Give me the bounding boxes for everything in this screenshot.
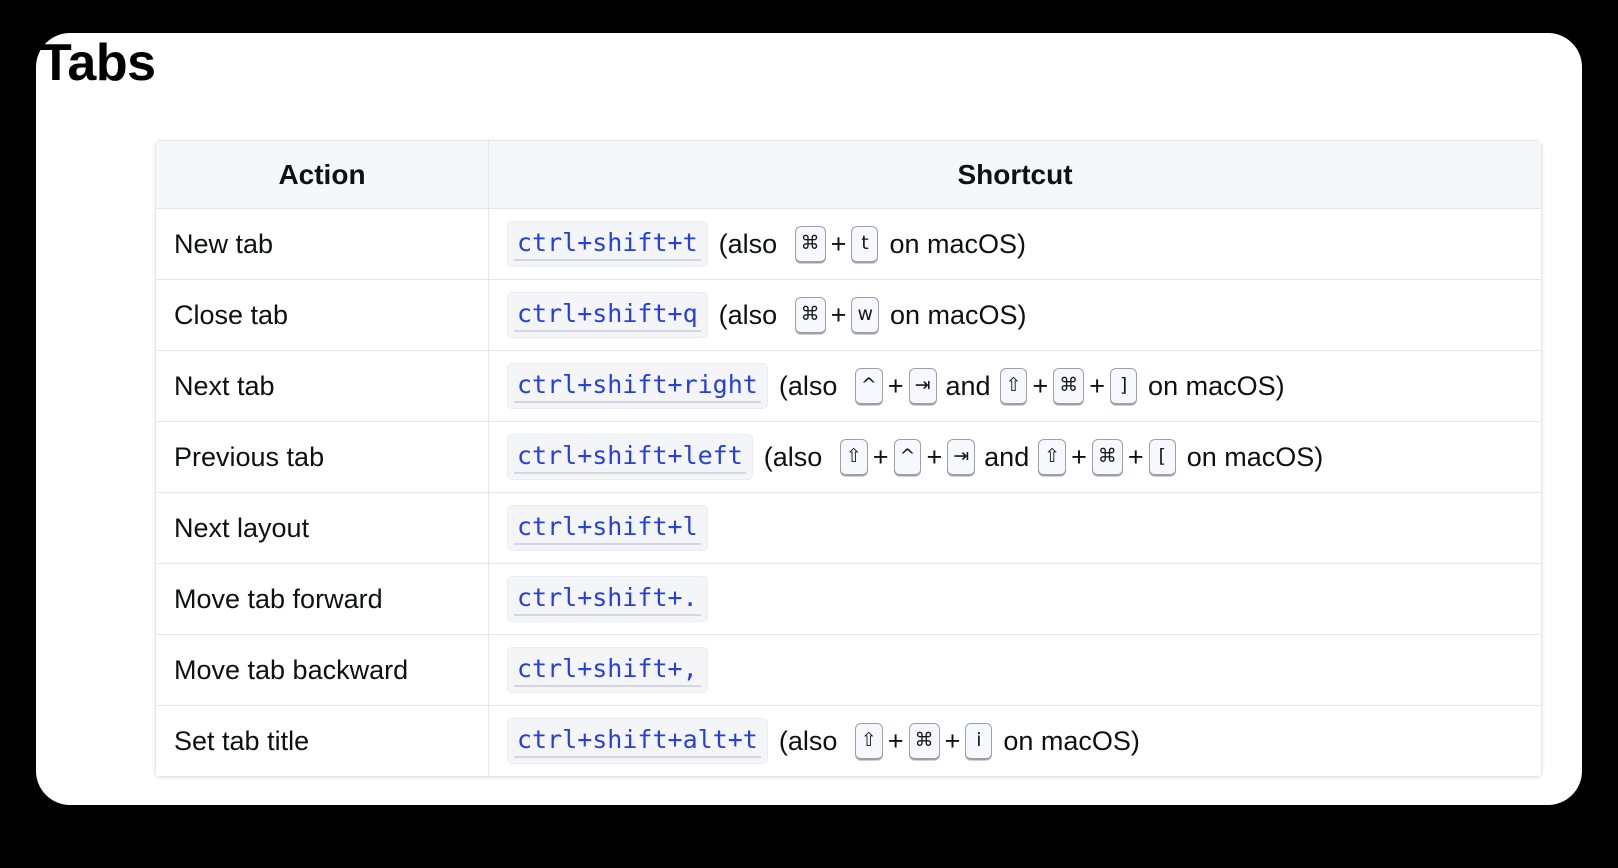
shortcut-cell: ctrl+shift+left (also ⇧ + ^ + ⇥ and ⇧ + ⌘ +[on mac… — [488, 421, 1542, 493]
keycap-4: ] — [1110, 367, 1138, 405]
action-label: Previous tab — [155, 421, 489, 493]
shortcut-cell: ctrl+shift+. — [488, 563, 1542, 635]
table-row: Move tab forward ctrl+shift+. — [155, 563, 1542, 635]
key-separator-and: and — [984, 441, 1030, 472]
key-separator-plus: + — [926, 441, 943, 472]
keycap-1: ⌘ — [908, 722, 940, 760]
note-open-paren: (also — [718, 299, 778, 330]
action-label: Set tab title — [155, 705, 489, 777]
shortcut-content: ctrl+shift+right (also ^ + ⇥ and ⇧ + ⌘ +] on macO… — [507, 363, 1523, 409]
keycap-2: ⇧ — [999, 367, 1028, 405]
keycap-2: i — [965, 722, 993, 760]
key-separator-plus: + — [872, 441, 889, 472]
shortcut-cell: ctrl+shift+q (also ⌘ + w on macOS) — [488, 279, 1542, 351]
column-header-action: Action — [155, 140, 489, 209]
keycap-1: ⇥ — [908, 367, 937, 405]
shortcuts-table: Action Shortcut New tab ctrl+shift+t (also… — [155, 140, 1542, 777]
note-close-text: on macOS) — [1186, 441, 1324, 472]
keycap-0: ^ — [854, 367, 883, 405]
shortcut-content: ctrl+shift+t (also ⌘ + t on macOS) — [507, 221, 1523, 267]
key-separator-plus: + — [830, 299, 847, 330]
action-label: New tab — [155, 208, 489, 280]
note-open-paren: (also — [778, 370, 838, 401]
shortcut-cell: ctrl+shift+right (also ^ + ⇥ and ⇧ + ⌘ +] on macO… — [488, 350, 1542, 422]
key-separator-plus: + — [887, 725, 904, 756]
note-open-paren: (also — [718, 228, 778, 259]
note-close-text: on macOS) — [890, 299, 1027, 330]
shortcut-code: ctrl+shift+left — [507, 434, 753, 480]
table-row: Next tab ctrl+shift+right (also ^ + ⇥ and ⇧ + ⌘ +… — [155, 350, 1542, 422]
shortcut-content: ctrl+shift+q (also ⌘ + w on macOS) — [507, 292, 1523, 338]
keycap-5: [ — [1148, 438, 1176, 476]
key-separator-plus: + — [830, 228, 847, 259]
table-row: Previous tab ctrl+shift+left (also ⇧ + ^ + ⇥ an… — [155, 421, 1542, 493]
table-body: New tab ctrl+shift+t (also ⌘ + t on macOS) Clo… — [155, 208, 1542, 777]
shortcut-code: ctrl+shift+l — [507, 505, 708, 551]
action-label: Close tab — [155, 279, 489, 351]
shortcuts-table-container: Action Shortcut New tab ctrl+shift+t (also… — [155, 140, 1542, 777]
table-head: Action Shortcut — [155, 140, 1542, 209]
keycap-0: ⌘ — [794, 296, 826, 334]
shortcut-content: ctrl+shift+l — [507, 505, 1523, 551]
shortcut-cell: ctrl+shift+t (also ⌘ + t on macOS) — [488, 208, 1542, 280]
key-separator-plus: + — [1071, 441, 1087, 472]
shortcut-content: ctrl+shift+alt+t (also ⇧ + ⌘ + i on macOS) — [507, 718, 1523, 764]
keycap-1: t — [851, 225, 879, 263]
keycap-1: ^ — [893, 438, 922, 476]
shortcut-code: ctrl+shift+right — [507, 363, 768, 409]
shortcut-content: ctrl+shift+. — [507, 576, 1523, 622]
shortcut-content: ctrl+shift+, — [507, 647, 1523, 693]
note-close-text: on macOS) — [889, 228, 1026, 259]
table-row: New tab ctrl+shift+t (also ⌘ + t on macOS) — [155, 208, 1542, 280]
keycap-0: ⇧ — [839, 438, 868, 476]
shortcut-cell: ctrl+shift+, — [488, 634, 1542, 706]
table-row: Move tab backward ctrl+shift+, — [155, 634, 1542, 706]
key-separator-plus: + — [1127, 441, 1144, 472]
action-label: Move tab backward — [155, 634, 489, 706]
action-label: Next tab — [155, 350, 489, 422]
shortcut-cell: ctrl+shift+alt+t (also ⇧ + ⌘ + i on macOS) — [488, 705, 1542, 777]
note-close-text: on macOS) — [1148, 370, 1285, 401]
table-row: Close tab ctrl+shift+q (also ⌘ + w on macOS) — [155, 279, 1542, 351]
shortcut-code: ctrl+shift+t — [507, 221, 708, 267]
shortcut-code: ctrl+shift+, — [507, 647, 708, 693]
shortcut-code: ctrl+shift+. — [507, 576, 708, 622]
table-header-row: Action Shortcut — [155, 140, 1542, 209]
keycap-2: ⇥ — [947, 438, 976, 476]
key-separator-plus: + — [944, 725, 961, 756]
table-row: Set tab title ctrl+shift+alt+t (also ⇧ + ⌘ + i… — [155, 705, 1542, 777]
shortcut-code: ctrl+shift+q — [507, 292, 708, 338]
keycap-0: ⌘ — [794, 225, 826, 263]
key-separator-plus: + — [887, 370, 904, 401]
page-root: Tabs Action Shortcut New tab ctrl+shift+t… — [0, 0, 1618, 868]
column-header-shortcut: Shortcut — [488, 140, 1542, 209]
keycap-1: w — [851, 296, 879, 334]
note-open-paren: (also — [778, 725, 838, 756]
shortcut-code: ctrl+shift+alt+t — [507, 718, 768, 764]
shortcut-content: ctrl+shift+left (also ⇧ + ^ + ⇥ and ⇧ + ⌘ +[on mac… — [507, 434, 1523, 480]
page-title: Tabs — [40, 34, 156, 92]
keycap-3: ⇧ — [1038, 438, 1067, 476]
key-separator-plus: + — [1089, 370, 1106, 401]
shortcut-cell: ctrl+shift+l — [488, 492, 1542, 564]
note-close-text: on macOS) — [1003, 725, 1140, 756]
note-open-paren: (also — [763, 441, 823, 472]
keycap-4: ⌘ — [1091, 438, 1123, 476]
keycap-3: ⌘ — [1053, 367, 1085, 405]
key-separator-plus: + — [1032, 370, 1049, 401]
table-row: Next layout ctrl+shift+l — [155, 492, 1542, 564]
action-label: Move tab forward — [155, 563, 489, 635]
action-label: Next layout — [155, 492, 489, 564]
keycap-0: ⇧ — [854, 722, 883, 760]
key-separator-and: and — [945, 370, 991, 401]
